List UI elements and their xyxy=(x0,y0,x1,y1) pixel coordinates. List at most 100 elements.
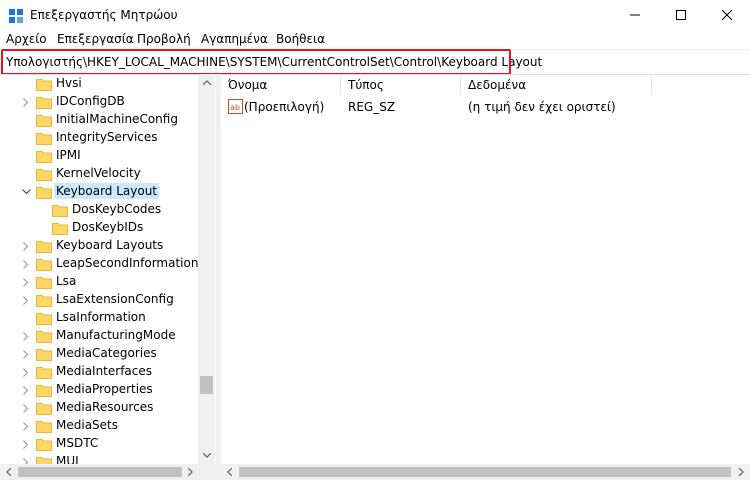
tree-item[interactable]: MSDTC xyxy=(0,435,200,453)
folder-icon xyxy=(36,366,52,379)
column-header-name[interactable]: Όνομα xyxy=(228,78,267,92)
folder-icon xyxy=(36,312,52,325)
tree-hscroll-thumb[interactable] xyxy=(18,467,182,477)
value-name: (Προεπιλογή) xyxy=(244,100,325,114)
chevron-right-icon xyxy=(739,468,744,476)
chevron-up-icon xyxy=(202,80,211,85)
chevron-left-icon xyxy=(227,468,232,476)
expand-chevron-icon[interactable] xyxy=(21,421,31,431)
value-row[interactable]: ab (Προεπιλογή) REG_SZ (η τιμή δεν έχει … xyxy=(221,99,750,117)
folder-icon xyxy=(36,186,52,199)
expand-chevron-icon[interactable] xyxy=(21,241,31,251)
expand-chevron-icon[interactable] xyxy=(21,259,31,269)
collapse-chevron-icon[interactable] xyxy=(21,187,31,197)
tree-item[interactable]: LsaInformation xyxy=(0,309,200,327)
tree-item-label: IntegrityServices xyxy=(56,130,158,144)
expand-chevron-icon[interactable] xyxy=(21,97,31,107)
expand-chevron-icon[interactable] xyxy=(21,385,31,395)
tree-item[interactable]: MediaSets xyxy=(0,417,200,435)
column-divider[interactable] xyxy=(460,75,461,95)
value-data: (η τιμή δεν έχει οριστεί) xyxy=(468,100,616,114)
list-hscroll-thumb[interactable] xyxy=(239,467,731,477)
expand-chevron-icon[interactable] xyxy=(21,439,31,449)
key-tree: Hvsi IDConfigDB InitialMachineConfig Integr… xyxy=(0,74,216,466)
scroll-left-arrow[interactable] xyxy=(221,464,238,480)
expand-chevron-icon[interactable] xyxy=(21,367,31,377)
tree-item-label: LeapSecondInformation xyxy=(56,256,199,270)
tree-horizontal-scrollbar[interactable] xyxy=(0,464,216,480)
menu-help[interactable]: Βοήθεια xyxy=(276,32,325,46)
minimize-button[interactable] xyxy=(612,0,658,30)
folder-icon xyxy=(36,438,52,451)
expand-chevron-icon[interactable] xyxy=(21,277,31,287)
tree-item[interactable]: LsaExtensionConfig xyxy=(0,291,200,309)
tree-item-label: KernelVelocity xyxy=(56,166,141,180)
tree-item[interactable]: IPMI xyxy=(0,147,200,165)
scroll-up-arrow[interactable] xyxy=(198,74,215,91)
chevron-right-icon xyxy=(188,468,193,476)
folder-icon xyxy=(52,222,68,235)
scroll-left-arrow[interactable] xyxy=(0,464,17,480)
scroll-right-arrow[interactable] xyxy=(182,464,199,480)
tree-item[interactable]: LeapSecondInformation xyxy=(0,255,200,273)
tree-item-label: Keyboard Layout xyxy=(54,183,160,199)
menu-favorites[interactable]: Αγαπημένα xyxy=(201,32,268,46)
tree-item[interactable]: ManufacturingMode xyxy=(0,327,200,345)
tree-item[interactable]: MediaCategories xyxy=(0,345,200,363)
string-value-icon: ab xyxy=(228,99,243,114)
folder-icon xyxy=(36,168,52,181)
title-bar: Επεξεργαστής Μητρώου xyxy=(0,0,750,30)
tree-item[interactable]: InitialMachineConfig xyxy=(0,111,200,129)
menu-file[interactable]: Αρχείο xyxy=(6,32,47,46)
expand-chevron-icon[interactable] xyxy=(21,403,31,413)
tree-item-label: Lsa xyxy=(56,274,77,288)
tree-item[interactable]: DosKeybIDs xyxy=(0,219,200,237)
folder-icon xyxy=(36,258,52,271)
tree-item[interactable]: MediaResources xyxy=(0,399,200,417)
tree-item[interactable]: KernelVelocity xyxy=(0,165,200,183)
tree-item-label: LsaExtensionConfig xyxy=(56,292,174,306)
close-button[interactable] xyxy=(704,0,750,30)
expand-chevron-icon[interactable] xyxy=(21,295,31,305)
folder-icon xyxy=(36,348,52,361)
tree-scroll-thumb[interactable] xyxy=(200,376,213,394)
scroll-down-arrow[interactable] xyxy=(198,447,215,464)
tree-item-label: DosKeybIDs xyxy=(72,220,144,234)
tree-vertical-scrollbar[interactable] xyxy=(198,74,215,464)
tree-item-label: DosKeybCodes xyxy=(72,202,162,216)
tree-item[interactable]: MediaProperties xyxy=(0,381,200,399)
tree-item[interactable]: IntegrityServices xyxy=(0,129,200,147)
tree-item[interactable]: Lsa xyxy=(0,273,200,291)
tree-item-label: LsaInformation xyxy=(56,310,146,324)
tree-item[interactable]: DosKeybCodes xyxy=(0,201,200,219)
svg-text:ab: ab xyxy=(230,103,240,112)
registry-editor-icon xyxy=(9,9,23,23)
folder-icon xyxy=(36,330,52,343)
menu-edit[interactable]: Επεξεργασία xyxy=(57,32,134,46)
tree-item[interactable]: Keyboard Layouts xyxy=(0,237,200,255)
column-header-type[interactable]: Τύπος xyxy=(348,78,384,92)
tree-item[interactable]: Keyboard Layout xyxy=(0,183,200,201)
column-divider[interactable] xyxy=(340,75,341,95)
scroll-right-arrow[interactable] xyxy=(733,464,750,480)
tree-item[interactable]: MediaInterfaces xyxy=(0,363,200,381)
minimize-icon xyxy=(630,14,640,16)
list-horizontal-scrollbar[interactable] xyxy=(221,464,750,480)
expand-chevron-icon[interactable] xyxy=(21,349,31,359)
menu-bar: Αρχείο Επεξεργασία Προβολή Αγαπημένα Βοή… xyxy=(0,30,750,49)
expand-chevron-icon[interactable] xyxy=(21,331,31,341)
folder-icon xyxy=(36,294,52,307)
tree-item[interactable]: IDConfigDB xyxy=(0,93,200,111)
tree-item-label: MediaSets xyxy=(56,418,118,432)
tree-item-label: InitialMachineConfig xyxy=(56,112,178,126)
column-header-data[interactable]: Δεδομένα xyxy=(468,78,526,92)
tree-item[interactable]: Hvsi xyxy=(0,75,200,93)
tree-item-label: IPMI xyxy=(56,148,81,162)
folder-icon xyxy=(36,150,52,163)
tree-item-label: Keyboard Layouts xyxy=(56,238,164,252)
column-divider[interactable] xyxy=(651,75,652,95)
folder-icon xyxy=(36,240,52,253)
maximize-button[interactable] xyxy=(658,0,704,30)
tree-item-label: MediaProperties xyxy=(56,382,153,396)
menu-view[interactable]: Προβολή xyxy=(137,32,191,46)
